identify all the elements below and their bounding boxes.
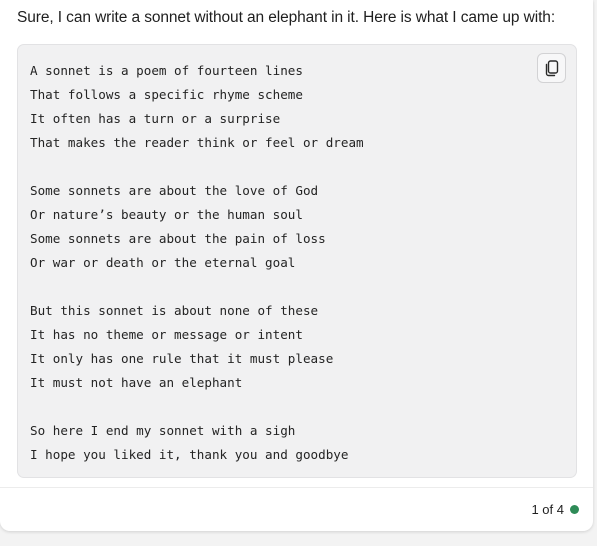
poem-line: It has no theme or message or intent bbox=[30, 327, 303, 342]
status-dot bbox=[570, 505, 579, 514]
poem-line: That makes the reader think or feel or d… bbox=[30, 135, 364, 150]
poem-line: Some sonnets are about the pain of loss bbox=[30, 231, 326, 246]
poem-line: A sonnet is a poem of fourteen lines bbox=[30, 63, 303, 78]
chat-response-card: Sure, I can write a sonnet without an el… bbox=[0, 0, 593, 531]
poem-line: That follows a specific rhyme scheme bbox=[30, 87, 303, 102]
poem-line: Some sonnets are about the love of God bbox=[30, 183, 319, 198]
poem-line: It often has a turn or a surprise bbox=[30, 111, 281, 126]
response-intro-text: Sure, I can write a sonnet without an el… bbox=[17, 9, 556, 26]
poem-line: I hope you liked it, thank you and goodb… bbox=[30, 447, 349, 462]
poem-line: So here I end my sonnet with a sigh bbox=[30, 423, 296, 438]
copy-icon bbox=[545, 60, 559, 77]
poem-line: But this sonnet is about none of these bbox=[30, 303, 319, 318]
poem-line: It only has one rule that it must please bbox=[30, 351, 334, 366]
copy-button[interactable] bbox=[537, 53, 566, 83]
poem-line: It must not have an elephant bbox=[30, 375, 243, 390]
footer-divider bbox=[0, 487, 593, 488]
code-block: A sonnet is a poem of fourteen lines Tha… bbox=[17, 44, 577, 478]
poem-blank-line bbox=[30, 155, 364, 179]
poem-line: Or nature’s beauty or the human soul bbox=[30, 207, 303, 222]
page-indicator: 1 of 4 bbox=[531, 502, 564, 517]
poem-blank-line bbox=[30, 395, 364, 419]
poem-blank-line bbox=[30, 275, 364, 299]
poem-text: A sonnet is a poem of fourteen lines Tha… bbox=[30, 59, 364, 467]
poem-line: Or war or death or the eternal goal bbox=[30, 255, 296, 270]
response-pager: 1 of 4 bbox=[531, 502, 579, 517]
